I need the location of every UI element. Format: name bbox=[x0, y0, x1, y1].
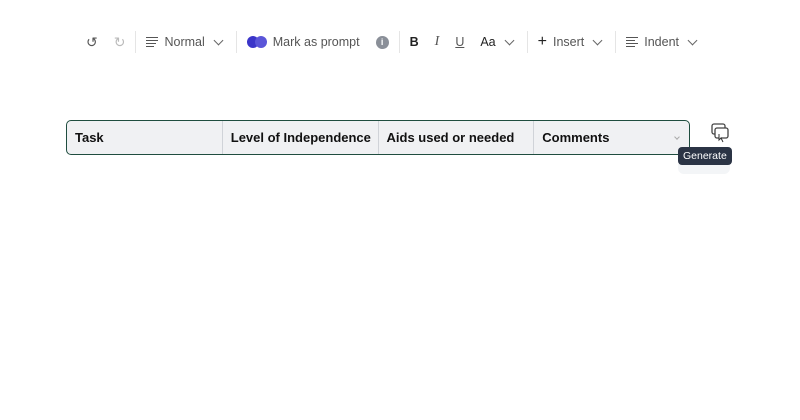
tooltip-shadow bbox=[678, 164, 730, 174]
column-header-task[interactable]: Task bbox=[67, 121, 223, 154]
paragraph-icon bbox=[146, 37, 158, 47]
undo-icon: ↺ bbox=[86, 34, 98, 51]
italic-button[interactable]: I bbox=[427, 30, 448, 54]
mark-as-prompt-button[interactable]: Mark as prompt bbox=[239, 30, 368, 54]
prompt-icon bbox=[247, 36, 267, 48]
chevron-down-icon bbox=[688, 35, 698, 45]
divider bbox=[135, 31, 136, 53]
insert-dropdown[interactable]: + Insert bbox=[530, 30, 614, 54]
font-size-dropdown[interactable]: Aa bbox=[472, 30, 524, 54]
undo-button[interactable]: ↺ bbox=[78, 30, 106, 54]
divider bbox=[615, 31, 616, 53]
column-header-comments[interactable]: Comments bbox=[534, 121, 689, 154]
indent-dropdown[interactable]: Indent bbox=[618, 30, 708, 54]
mark-as-prompt-label: Mark as prompt bbox=[273, 35, 360, 49]
chevron-down-icon bbox=[213, 35, 223, 45]
info-button[interactable]: i bbox=[368, 30, 397, 54]
generate-tooltip: Generate bbox=[678, 147, 732, 165]
align-left-icon bbox=[626, 37, 638, 47]
redo-icon: ↻ bbox=[114, 34, 126, 51]
chevron-down-icon bbox=[504, 35, 514, 45]
redo-button[interactable]: ↻ bbox=[106, 30, 134, 54]
indent-label: Indent bbox=[644, 35, 679, 49]
underline-button[interactable]: U bbox=[447, 30, 472, 54]
chevron-down-icon bbox=[593, 35, 603, 45]
generate-button[interactable] bbox=[710, 122, 730, 144]
info-icon: i bbox=[376, 36, 389, 49]
editor-toolbar: ↺ ↻ Normal Mark as prompt i B I U Aa + I… bbox=[78, 30, 708, 54]
plus-icon: + bbox=[538, 33, 547, 51]
divider bbox=[527, 31, 528, 53]
column-header-level-of-independence[interactable]: Level of Independence bbox=[223, 121, 379, 154]
comments-label: Comments bbox=[542, 130, 609, 145]
table-header-row: Task Level of Independence Aids used or … bbox=[66, 120, 690, 155]
divider bbox=[399, 31, 400, 53]
column-header-aids[interactable]: Aids used or needed bbox=[379, 121, 535, 154]
bold-button[interactable]: B bbox=[402, 30, 427, 54]
generate-icon bbox=[710, 122, 730, 144]
insert-label: Insert bbox=[553, 35, 584, 49]
font-size-label: Aa bbox=[480, 35, 495, 49]
style-label: Normal bbox=[164, 35, 204, 49]
style-dropdown[interactable]: Normal bbox=[138, 30, 233, 54]
divider bbox=[236, 31, 237, 53]
column-menu-chevron-icon[interactable] bbox=[674, 134, 680, 140]
